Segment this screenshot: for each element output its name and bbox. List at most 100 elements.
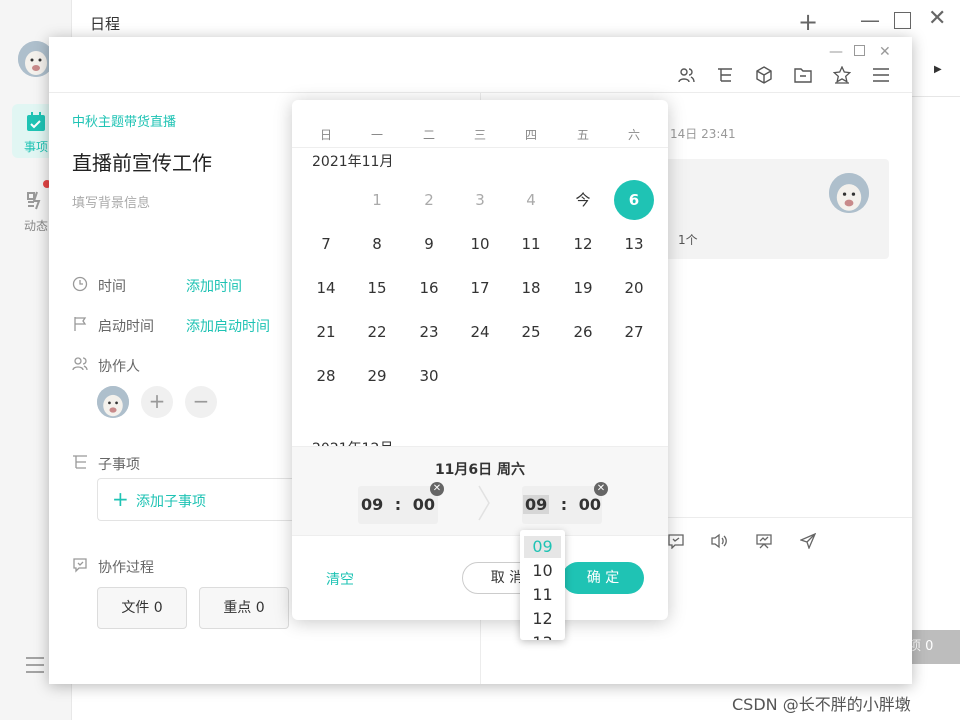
day-cell[interactable]: 20	[614, 268, 654, 308]
day-cell[interactable]: 21	[306, 312, 346, 352]
comment-icon[interactable]	[668, 533, 684, 549]
day-cell[interactable]: 11	[511, 224, 551, 264]
hierarchy-icon[interactable]	[716, 66, 734, 84]
day-cell[interactable]: 25	[511, 312, 551, 352]
plus-icon: +	[112, 487, 129, 511]
start-minute[interactable]: 00	[413, 495, 435, 514]
end-hour[interactable]: 09	[522, 495, 550, 514]
day-cell[interactable]: 17	[460, 268, 500, 308]
detail-minimize-icon[interactable]: —	[829, 42, 843, 62]
maximize-icon[interactable]	[894, 12, 911, 29]
clear-start-time-icon[interactable]: ✕	[430, 482, 444, 496]
detail-close-icon[interactable]: ✕	[879, 42, 891, 62]
detail-maximize-icon[interactable]	[854, 45, 865, 56]
day-cell[interactable]: 10	[460, 224, 500, 264]
menu-icon[interactable]	[25, 656, 45, 674]
voice-icon[interactable]	[711, 533, 727, 549]
day-cell[interactable]: 4	[511, 180, 551, 220]
range-arrow-icon	[478, 485, 490, 525]
weekday-header: 五	[576, 128, 589, 142]
background-divider	[912, 96, 960, 97]
end-time-input[interactable]: 09 : 00	[522, 486, 602, 524]
day-cell[interactable]: 1	[357, 180, 397, 220]
day-cell[interactable]: 16	[409, 268, 449, 308]
add-time-link[interactable]: 添加时间	[186, 276, 242, 296]
process-icon	[72, 557, 88, 573]
weekday-divider	[292, 147, 668, 148]
more-menu-icon[interactable]	[872, 66, 890, 84]
hour-option[interactable]: 10	[524, 560, 561, 582]
day-cell[interactable]: 23	[409, 312, 449, 352]
add-subtask-button[interactable]: + 添加子事项	[97, 478, 297, 521]
files-button[interactable]: 文件 0	[97, 587, 187, 629]
date-picker: 2021年11月 2021年12月 11月6日 周六 清空 取 消 确 定	[292, 100, 668, 620]
day-cell[interactable]: 8	[357, 224, 397, 264]
time-separator: :	[560, 495, 568, 514]
board-icon[interactable]	[756, 533, 772, 549]
day-cell[interactable]: 18	[511, 268, 551, 308]
weekday-header: 日	[319, 128, 332, 142]
day-cell-today[interactable]: 今	[563, 180, 603, 220]
day-cell[interactable]: 26	[563, 312, 603, 352]
key-points-button[interactable]: 重点 0	[199, 587, 289, 629]
day-cell[interactable]: 13	[614, 224, 654, 264]
activity-timestamp: 14日 23:41	[670, 127, 736, 141]
hour-dropdown[interactable]: 09 10 11 12 13	[520, 530, 565, 640]
activity-avatar[interactable]	[829, 173, 869, 213]
day-cell[interactable]: 9	[409, 224, 449, 264]
day-cell[interactable]: 22	[357, 312, 397, 352]
day-cell[interactable]: 15	[357, 268, 397, 308]
day-cell[interactable]: 28	[306, 356, 346, 396]
day-cell[interactable]: 27	[614, 312, 654, 352]
end-minute[interactable]: 00	[579, 495, 601, 514]
add-collaborator-button[interactable]: +	[141, 386, 173, 418]
day-cell[interactable]: 12	[563, 224, 603, 264]
day-cell[interactable]: 19	[563, 268, 603, 308]
add-icon[interactable]: +	[798, 10, 818, 34]
subtasks-icon	[72, 454, 88, 470]
key-points-button-label: 重点 0	[223, 600, 265, 616]
hour-option[interactable]: 09	[524, 536, 561, 558]
project-link[interactable]: 中秋主题带货直播	[72, 111, 176, 130]
add-subtask-label: 添加子事项	[136, 494, 206, 510]
hour-option[interactable]: 12	[524, 608, 561, 630]
day-cell[interactable]: 7	[306, 224, 346, 264]
expand-arrow-icon[interactable]: ▶	[934, 64, 942, 75]
folder-icon[interactable]	[794, 66, 812, 84]
process-label: 协作过程	[98, 560, 154, 576]
weekday-header: 一	[370, 128, 383, 142]
day-cell[interactable]: 2	[409, 180, 449, 220]
day-cell-selected[interactable]: 6	[614, 180, 654, 220]
start-hour[interactable]: 09	[361, 495, 383, 514]
subtasks-label: 子事项	[98, 457, 140, 473]
confirm-button-label: 确 定	[586, 570, 620, 586]
members-icon[interactable]	[677, 66, 695, 84]
collaborators-icon	[72, 356, 88, 372]
flag-icon	[72, 316, 88, 332]
close-icon[interactable]: ✕	[928, 8, 946, 30]
background-field[interactable]: 填写背景信息	[72, 192, 150, 211]
hour-option[interactable]: 13	[524, 632, 561, 640]
minimize-icon[interactable]: —	[860, 10, 880, 30]
day-cell[interactable]: 14	[306, 268, 346, 308]
collaborator-avatar[interactable]	[97, 386, 129, 418]
task-title[interactable]: 直播前宣传工作	[72, 147, 212, 176]
day-cell[interactable]: 29	[357, 356, 397, 396]
confirm-button[interactable]: 确 定	[562, 562, 644, 594]
day-cell[interactable]: 30	[409, 356, 449, 396]
day-cell[interactable]: 24	[460, 312, 500, 352]
files-button-label: 文件 0	[121, 600, 163, 616]
clock-icon	[72, 276, 88, 292]
start-time-input[interactable]: 09 : 00	[358, 486, 438, 524]
add-start-time-link[interactable]: 添加启动时间	[186, 316, 270, 336]
clear-end-time-icon[interactable]: ✕	[594, 482, 608, 496]
star-icon[interactable]	[833, 66, 851, 84]
activity-count: 1个	[678, 233, 698, 247]
cube-icon[interactable]	[755, 66, 773, 84]
clear-button[interactable]: 清空	[326, 569, 354, 589]
collaborators-label: 协作人	[98, 359, 140, 375]
remove-collaborator-button[interactable]: −	[185, 386, 217, 418]
hour-option[interactable]: 11	[524, 584, 561, 606]
send-icon[interactable]	[800, 533, 816, 549]
day-cell[interactable]: 3	[460, 180, 500, 220]
